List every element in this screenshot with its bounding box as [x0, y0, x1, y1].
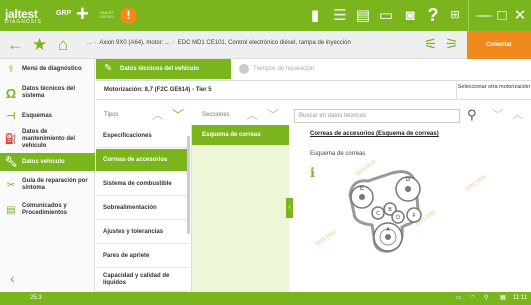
sidebar-item-diagnosis-menu[interactable]: ⚕ Menú de diagnóstico	[0, 59, 95, 79]
sidebar-item-schemas[interactable]: ⊣ Esquemas	[0, 107, 95, 126]
tab-vehicle-technical-data[interactable]: ✎ Datos técnicos del vehículo	[96, 59, 231, 79]
nav-bar: ← ★ ⌂ ... › Axion 9X0 (A64), motor: ... › …	[0, 31, 531, 59]
sidebar-item-maintenance[interactable]: ⛽ Datos de mantenimiento del vehículo	[0, 127, 95, 152]
svg-text:G: G	[406, 177, 411, 183]
repair-guide-icon: ✂	[6, 179, 16, 191]
sidebar-item-procedures[interactable]: ▤ Comunicados y Procedimientos	[0, 198, 95, 222]
minimize-icon[interactable]: —	[474, 7, 494, 24]
breadcrumb-item[interactable]: ...	[87, 40, 92, 46]
list-item[interactable]: Capacidad y calidad de líquidos	[96, 269, 188, 292]
group-label: GRP	[56, 10, 72, 17]
list-item[interactable]: Esquema de correas	[192, 125, 289, 145]
breadcrumb: ... › Axion 9X0 (A64), motor: ... › EDC MD…	[87, 40, 351, 46]
pulley-a: A	[373, 222, 403, 252]
test-icon[interactable]: ⚟	[424, 36, 437, 54]
list-item[interactable]: Sistema de combustible	[96, 173, 188, 196]
plus-icon[interactable]: +	[76, 3, 89, 25]
chevron-up-icon[interactable]: ︿	[152, 108, 164, 122]
sidebar-item-vehicle-data[interactable]: 🔧︎ Datos vehículo	[0, 153, 95, 171]
chevron-down-icon[interactable]: ﹀	[172, 108, 184, 122]
breadcrumb-item[interactable]: Axion 9X0 (A64), motor: ...	[99, 40, 170, 46]
omega-icon: Ω	[5, 85, 17, 101]
back-arrow-icon[interactable]: ←	[7, 35, 24, 55]
select-other-motorization-button[interactable]: Seleccionar otra motorización	[456, 80, 531, 100]
tipos-header: Tipos	[104, 112, 119, 118]
chevron-up-icon[interactable]: ︿	[512, 106, 523, 124]
close-icon[interactable]: ✕	[510, 7, 530, 24]
star-icon[interactable]: ★	[32, 35, 47, 55]
display-icon: ▭	[456, 295, 462, 301]
wrench-icon: ✎	[104, 63, 113, 74]
motorization-row: Motorización: 8,7 (F2C GE614) - Tier 5	[96, 80, 456, 100]
content-title: Correas de accesorios (Esquema de correa…	[310, 131, 439, 137]
document-icon: ▤	[6, 204, 16, 216]
pulley-c: C	[371, 206, 385, 220]
collapse-sidebar-icon[interactable]: ‹	[10, 270, 15, 286]
maintenance-icon: ⛽	[4, 134, 18, 145]
list-item[interactable]: Sobrealimentación	[96, 197, 188, 220]
svg-text:C: C	[376, 211, 380, 217]
help-icon[interactable]: ?	[423, 6, 443, 24]
breadcrumb-item[interactable]: EDC MD1 CE101, Control electrónico diése…	[178, 40, 351, 46]
app-logo: jaltest DIAGNOSIS	[5, 7, 42, 25]
chevron-down-icon[interactable]: ﹀	[267, 108, 279, 122]
pulley-f: F	[406, 207, 422, 223]
secciones-list: Esquema de correas	[192, 125, 289, 292]
tab-bar: ✎ Datos técnicos del vehículo Tiempos de …	[96, 59, 531, 79]
maximize-icon[interactable]: □	[492, 7, 512, 24]
pulley-g: G	[395, 176, 421, 202]
list-item[interactable]: Ajustes y tolerancias	[96, 221, 188, 244]
toolbar-divider	[468, 0, 469, 31]
small-badge: SMART DIESEL	[100, 10, 115, 19]
warning-icon[interactable]: !	[120, 7, 137, 24]
sync-icon[interactable]: ⚞	[445, 36, 458, 54]
chevron-up-icon[interactable]: ︿	[246, 108, 258, 122]
printer-icon[interactable]: ▭	[376, 7, 396, 24]
screen-icon[interactable]: ▮	[305, 7, 325, 24]
print-icon[interactable]: ▤	[353, 7, 373, 24]
collapse-panel-icon[interactable]: ‹	[286, 198, 293, 218]
diagnosis-icon: ⚕	[8, 63, 14, 75]
list-icon[interactable]: ☰	[330, 7, 350, 24]
pulley-d: D	[391, 210, 405, 224]
clock-icon	[239, 64, 249, 74]
connect-button[interactable]: Conectar	[467, 31, 531, 59]
list-item[interactable]: Especificaciones	[96, 125, 188, 148]
watermark: ▮▮▮▮ ▮▮▮▮	[464, 173, 488, 193]
status-bar: 25.3 ▭ ◠ ⚲ ▦ 11:11	[0, 292, 531, 305]
search-input[interactable]: Buscar en datos técnicos	[294, 109, 460, 123]
scrollbar[interactable]	[187, 136, 190, 234]
wrench-icon: 🔧︎	[4, 156, 18, 168]
wifi-icon: ◠	[470, 295, 476, 301]
calendar-icon: ▦	[500, 295, 506, 301]
clock-label: 11:11	[513, 295, 528, 301]
pulley-e: E	[350, 185, 374, 209]
chevron-down-icon[interactable]: ﹀	[492, 106, 503, 124]
secciones-header: Secciones	[202, 112, 230, 118]
home-icon[interactable]: ⌂	[58, 35, 68, 55]
list-item[interactable]: Correas de accesorios	[96, 149, 188, 172]
svg-text:E: E	[360, 186, 364, 192]
search-icon: ⚲	[484, 295, 489, 301]
content-panel: ▮▮▮▮ ▮▮▮▮ ▮▮▮▮ ▮▮▮▮ ▮▮▮▮ ▮▮▮▮ ▮▮▮▮ ▮▮▮▮ …	[294, 125, 531, 292]
sidebar-item-repair-guide[interactable]: ✂ Guía de reparación por síntoma	[0, 173, 95, 197]
sidebar-item-system-data[interactable]: Ω Datos técnicos del sistema	[0, 80, 95, 106]
tab-repair-times[interactable]: Tiempos de reparación	[231, 59, 351, 79]
list-item[interactable]: Pares de apriete	[96, 245, 188, 268]
belt-diagram: G E C B D F A	[348, 170, 422, 253]
top-bar: jaltest DIAGNOSIS GRP + SMART DIESEL ! ▮ …	[0, 0, 531, 31]
content-subtitle: Esquema de correas	[310, 151, 366, 157]
sidebar: ⚕ Menú de diagnóstico Ω Datos técnicos del…	[0, 59, 95, 292]
schema-icon: ⊣	[6, 111, 16, 122]
tipos-list: Especificaciones Correas de accesorios S…	[96, 125, 192, 292]
search-icon[interactable]: ⚲	[467, 106, 477, 124]
info-icon[interactable]: ℹ	[310, 165, 315, 181]
svg-text:F: F	[412, 213, 415, 219]
camera-icon[interactable]: ◙	[400, 7, 420, 24]
svg-text:D: D	[396, 215, 400, 221]
grid-icon[interactable]: ⊞	[445, 7, 465, 24]
motorization-value: 8,7 (F2C GE614) - Tier 5	[144, 87, 212, 93]
version-label: 25.3	[30, 295, 42, 301]
